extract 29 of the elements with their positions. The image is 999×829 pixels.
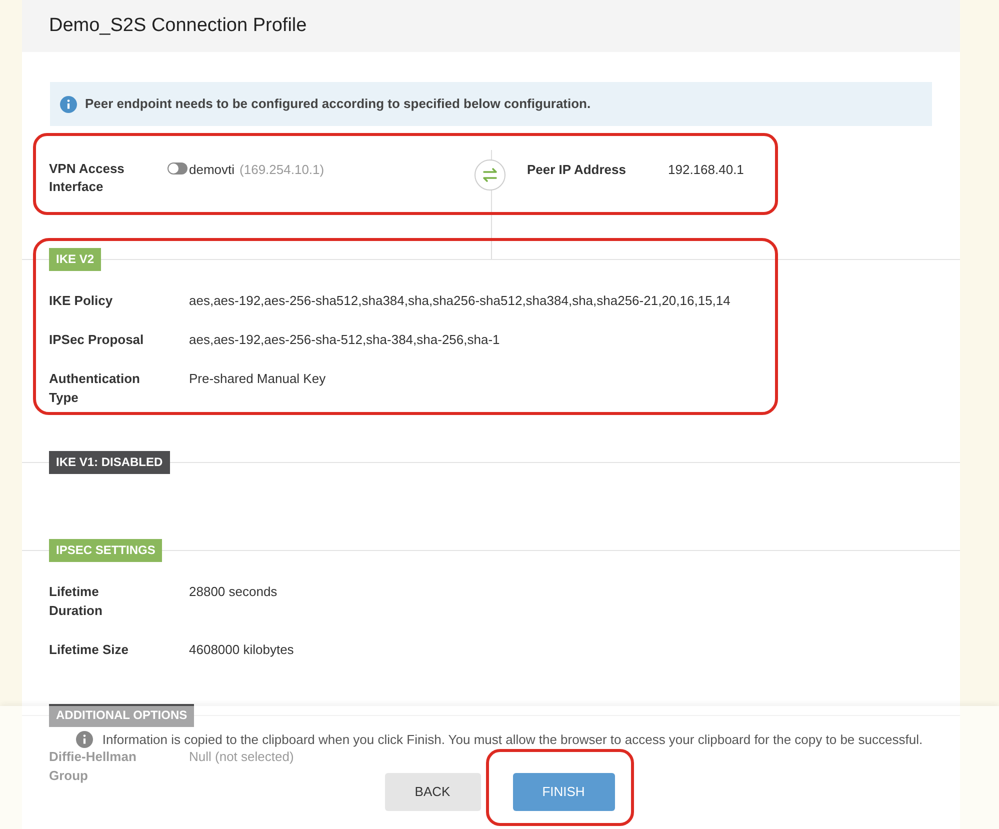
info-icon [60, 96, 77, 112]
interface-ip: (169.254.10.1) [240, 161, 324, 179]
field-label: Lifetime Size [49, 641, 130, 659]
field-label: Authentication Type [49, 370, 141, 407]
interface-name: demovti [189, 161, 235, 179]
section-badge: IKE V1: DISABLED [49, 451, 170, 474]
section-badge: IKE V2 [49, 248, 102, 271]
section-badge: ADDITIONAL OPTIONS [49, 704, 194, 727]
field-label: Lifetime Duration [49, 583, 104, 620]
field-label: IPSec Proposal [49, 331, 145, 349]
toggle-icon[interactable] [167, 162, 188, 175]
field-value: 4608000 kilobytes [189, 641, 294, 659]
field-value: 28800 seconds [189, 583, 278, 601]
window-title: Demo_S2S Connection Profile [49, 14, 307, 38]
field-value: aes,aes-192,aes-256-sha512,sha384,sha,sha256-sha512,sha384,sha,sha256-21,20,16,15,14 [189, 292, 730, 310]
action-button[interactable]: BACK [384, 772, 480, 810]
field-value: Pre-shared Manual Key [189, 370, 326, 388]
info-icon [76, 731, 94, 748]
field-value: Null (not selected) [189, 748, 294, 766]
field-value: 192.168.40.1 [668, 161, 744, 179]
exchange-icon [474, 159, 506, 191]
footer-note: Information is copied to the clipboard when you click Finish. You must allow the browser to access your clipboard for the copy to be successful. [102, 731, 923, 749]
field-label: IKE Policy [49, 292, 114, 310]
section-badge: IPSEC SETTINGS [49, 539, 162, 562]
field-value: aes,aes-192,aes-256-sha-512,sha-384,sha-256,sha-1 [189, 331, 500, 349]
info-text: Peer endpoint needs to be configured according to specified below configuration. [85, 95, 591, 114]
field-label: Diffie-Hellman Group [49, 748, 138, 785]
field-label: VPN Access Interface [49, 160, 126, 196]
field-label: Peer IP Address [527, 161, 627, 179]
